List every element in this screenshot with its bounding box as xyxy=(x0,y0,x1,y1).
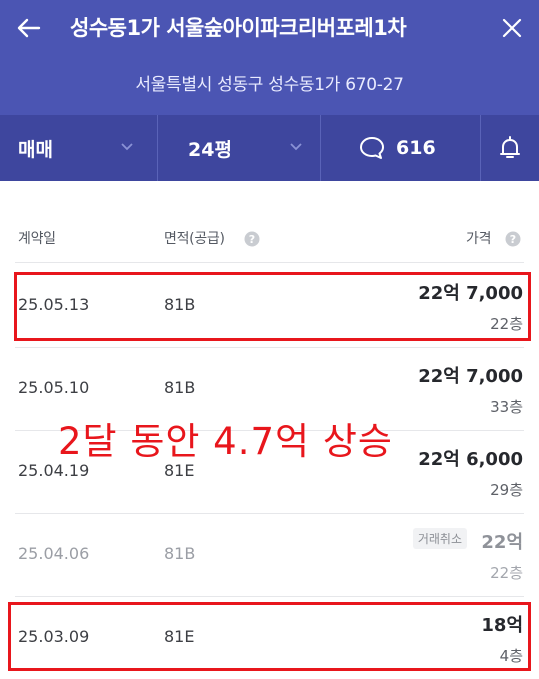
comment-count: 616 xyxy=(396,137,436,159)
deal-type-select[interactable]: 매매 xyxy=(18,115,158,181)
address-text: 서울특별시 성동구 성수동1가 670-27 xyxy=(135,75,404,95)
chevron-down-icon xyxy=(121,143,133,151)
close-icon[interactable] xyxy=(497,13,527,43)
row-area: 81B xyxy=(164,378,196,397)
row-area: 81B xyxy=(164,544,196,563)
svg-text:?: ? xyxy=(510,233,516,246)
app-header: 성수동1가 서울숲아이파크리버포레1차 서울특별시 성동구 성수동1가 670-… xyxy=(0,0,539,181)
table-row[interactable]: 25.04.06 81B 거래취소 22억 22층 xyxy=(0,514,539,596)
filter-divider xyxy=(157,115,158,181)
row-price: 22억 xyxy=(481,532,523,553)
alarm-button[interactable] xyxy=(496,115,532,181)
title-bar: 성수동1가 서울숲아이파크리버포레1차 xyxy=(0,0,539,56)
help-icon[interactable]: ? xyxy=(244,231,260,247)
filter-bar: 매매 24평 616 xyxy=(0,115,539,181)
comments-button[interactable]: 616 xyxy=(358,115,468,181)
help-icon[interactable]: ? xyxy=(505,231,521,247)
bell-icon xyxy=(500,136,520,158)
size-label: 24평 xyxy=(188,138,232,161)
filter-divider xyxy=(320,115,321,181)
highlight-box xyxy=(14,272,531,341)
chevron-down-icon xyxy=(290,143,302,151)
row-date: 25.05.10 xyxy=(18,378,90,397)
highlight-box xyxy=(8,602,531,671)
row-floor: 33층 xyxy=(490,398,523,416)
row-price: 22억 7,000 xyxy=(418,366,523,387)
row-date: 25.04.06 xyxy=(18,544,90,563)
arrow-left-icon[interactable] xyxy=(14,13,44,43)
cancelled-badge: 거래취소 xyxy=(412,528,467,549)
row-price: 22억 6,000 xyxy=(418,449,523,470)
row-floor: 22층 xyxy=(490,564,523,582)
row-floor: 29층 xyxy=(490,481,523,499)
column-area-header: 면적(공급) xyxy=(164,231,225,247)
filter-divider xyxy=(480,115,481,181)
speech-bubble-icon xyxy=(360,137,384,159)
svg-text:?: ? xyxy=(249,233,255,246)
column-date-header: 계약일 xyxy=(18,231,56,247)
deal-type-label: 매매 xyxy=(18,138,53,161)
page-title: 성수동1가 서울숲아이파크리버포레1차 xyxy=(70,16,407,40)
row-divider xyxy=(15,262,524,263)
column-price-header: 가격 xyxy=(466,231,492,247)
annotation-text: 2달 동안 4.7억 상승 xyxy=(58,420,393,463)
size-select[interactable]: 24평 xyxy=(188,115,318,181)
